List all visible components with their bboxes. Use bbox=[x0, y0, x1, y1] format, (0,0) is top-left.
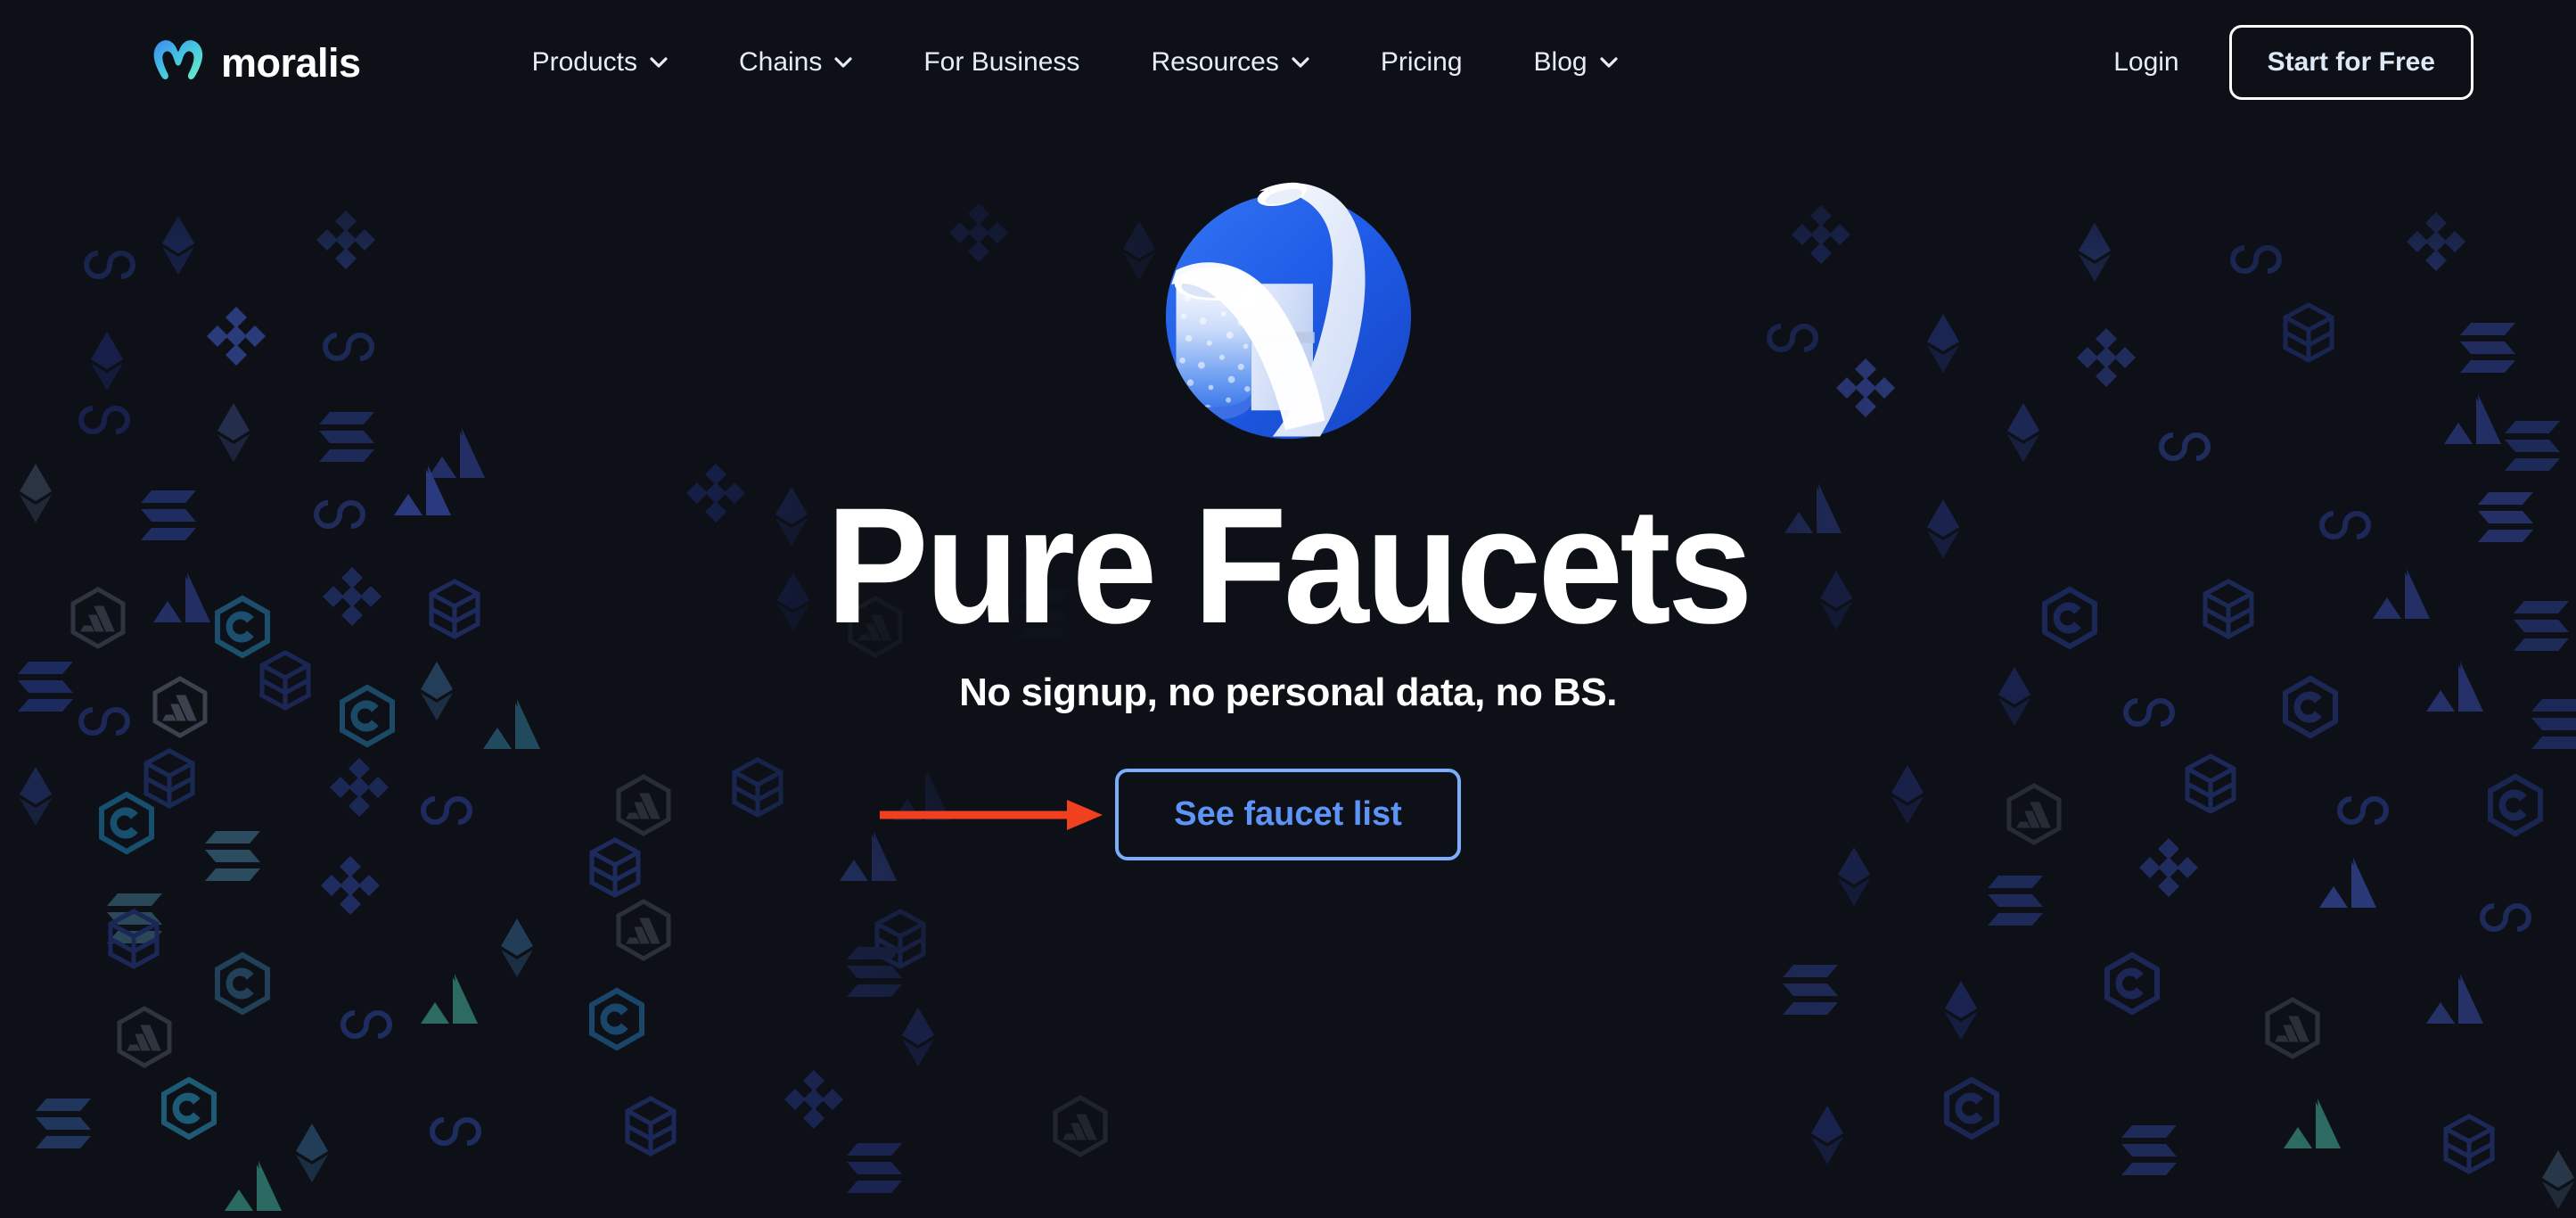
login-link[interactable]: Login bbox=[2113, 47, 2228, 78]
page-title: Pure Faucets bbox=[826, 474, 1753, 658]
brand-logo-link[interactable]: moralis bbox=[152, 37, 361, 88]
nav-label-blog: Blog bbox=[1533, 47, 1587, 77]
nav-label-chains: Chains bbox=[738, 47, 823, 77]
nav-item-pricing[interactable]: Pricing bbox=[1345, 47, 1498, 78]
brand-name: moralis bbox=[221, 39, 361, 86]
hero-cta-row: See faucet list bbox=[0, 769, 2576, 860]
nav-label-resources: Resources bbox=[1151, 47, 1279, 77]
chevron-down-icon bbox=[1599, 57, 1618, 68]
nav-item-blog[interactable]: Blog bbox=[1498, 47, 1653, 78]
page-root: moralis Products Chains For Business Res… bbox=[0, 0, 2576, 1218]
annotation-arrow-icon bbox=[878, 793, 1110, 837]
chevron-down-icon bbox=[650, 57, 668, 68]
nav-label-pricing: Pricing bbox=[1380, 47, 1463, 77]
nav-item-for-business[interactable]: For Business bbox=[888, 47, 1115, 78]
header-actions: Login Start for Free bbox=[2113, 25, 2473, 100]
see-faucet-list-button[interactable]: See faucet list bbox=[1115, 769, 1461, 860]
chevron-down-icon bbox=[834, 57, 852, 68]
main-navigation: Products Chains For Business Resources P… bbox=[496, 47, 1653, 78]
moralis-m-logo-icon bbox=[152, 37, 203, 88]
start-for-free-button[interactable]: Start for Free bbox=[2228, 25, 2473, 100]
nav-item-chains[interactable]: Chains bbox=[703, 47, 888, 78]
nav-item-resources[interactable]: Resources bbox=[1115, 47, 1344, 78]
faucet-beaker-icon bbox=[1130, 152, 1447, 468]
nav-item-products[interactable]: Products bbox=[496, 47, 703, 78]
nav-label-products: Products bbox=[531, 47, 637, 77]
chevron-down-icon bbox=[1292, 57, 1309, 68]
hero-subtitle: No signup, no personal data, no BS. bbox=[959, 671, 1617, 714]
site-header: moralis Products Chains For Business Res… bbox=[0, 0, 2576, 125]
nav-label-for-business: For Business bbox=[923, 47, 1080, 77]
hero-section: Pure Faucets No signup, no personal data… bbox=[0, 125, 2576, 860]
